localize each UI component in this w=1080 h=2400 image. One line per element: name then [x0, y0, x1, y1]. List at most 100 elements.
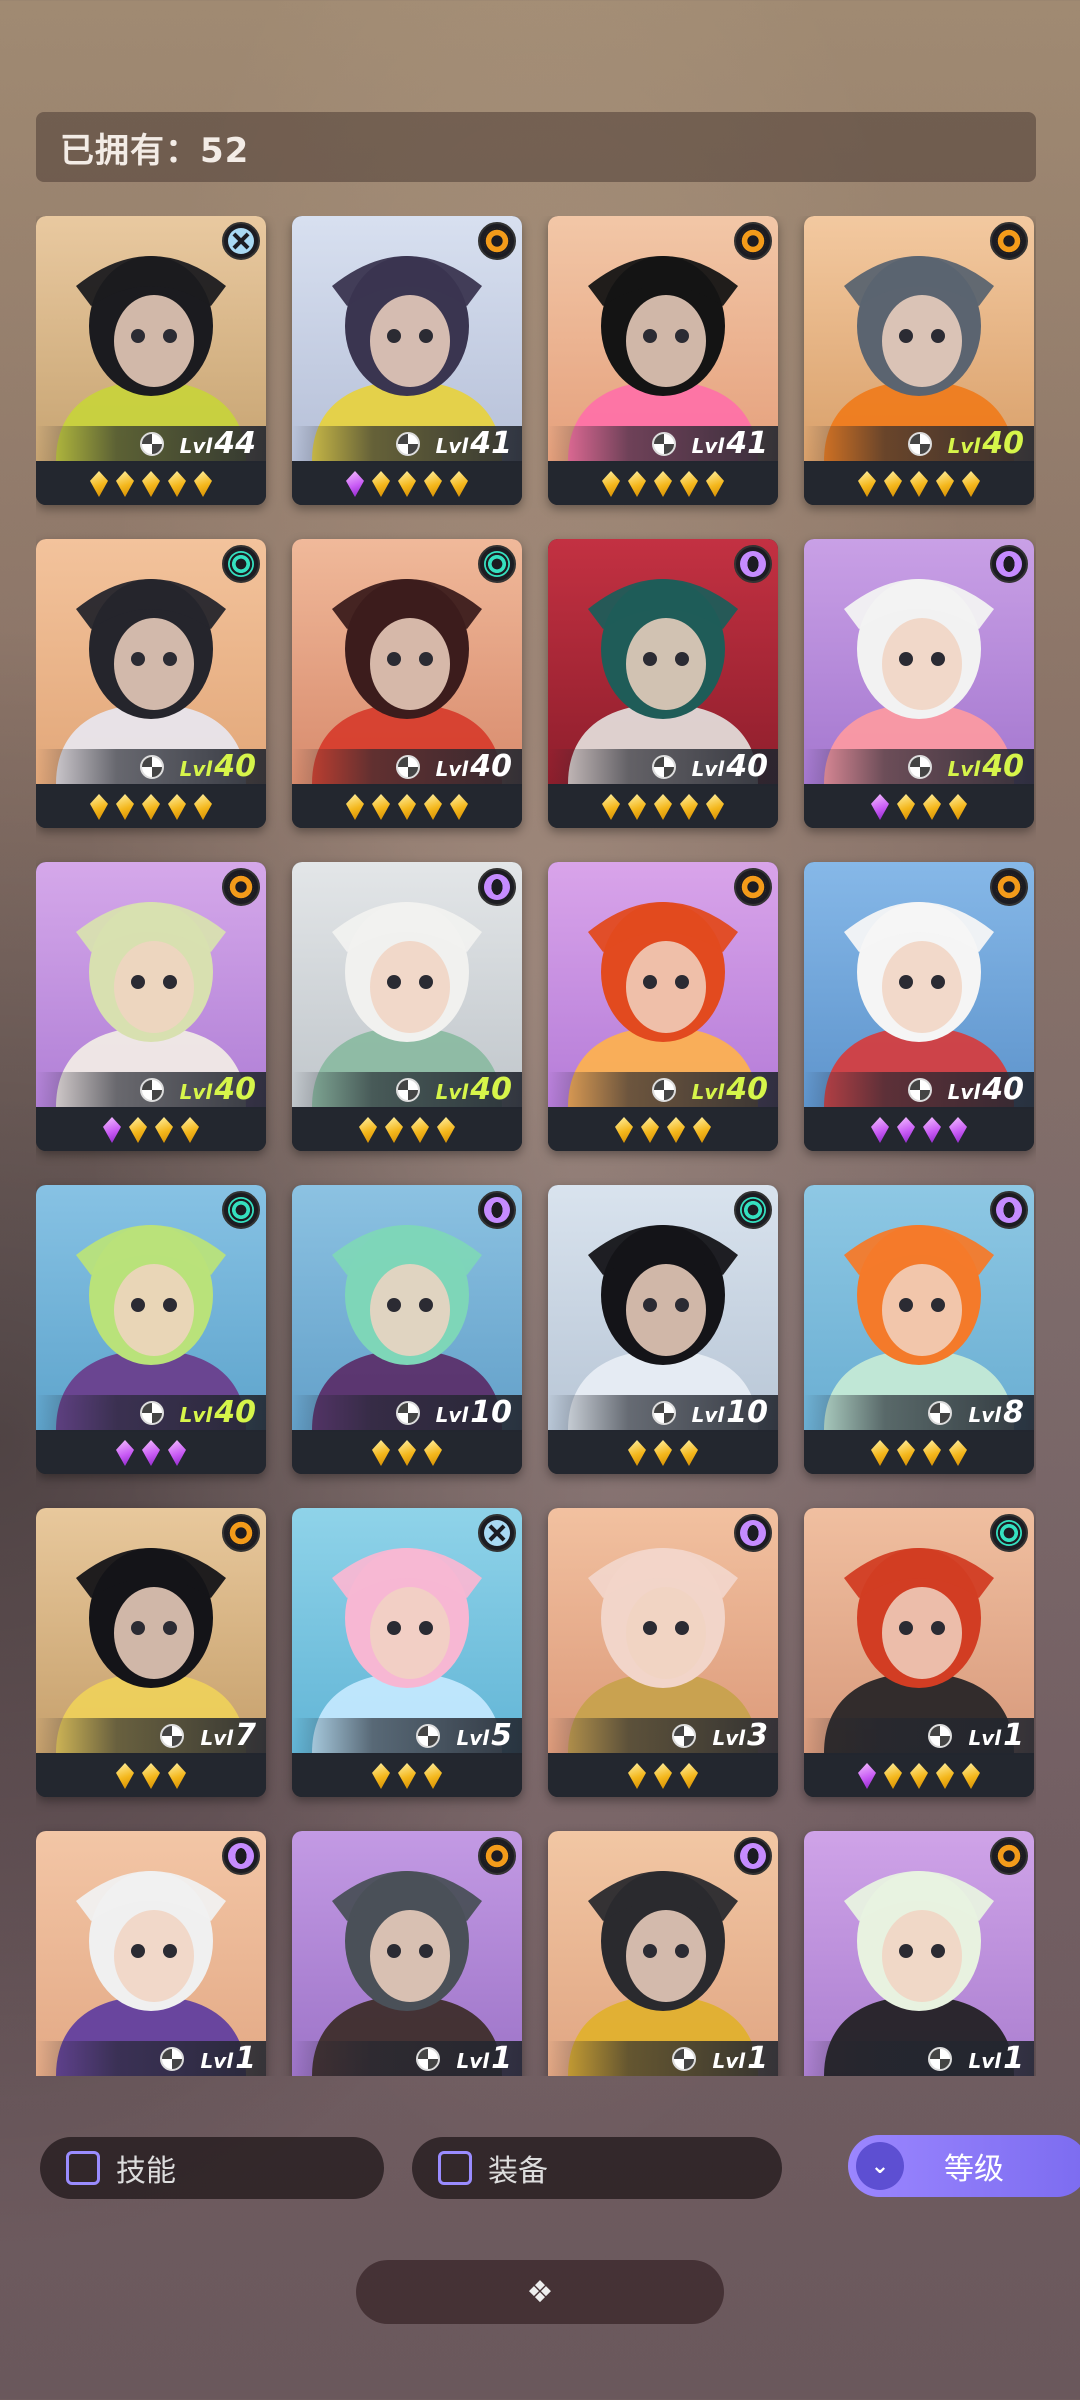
star-rating	[292, 1755, 522, 1797]
level-number: 41	[726, 426, 768, 461]
skill-checkbox[interactable]	[66, 2151, 100, 2185]
level-prefix: Lvl	[691, 1080, 725, 1104]
gold-gem-icon	[923, 1440, 941, 1466]
gold-gem-icon	[168, 794, 186, 820]
purple-element-icon	[734, 1514, 772, 1552]
level-prefix: Lvl	[456, 2049, 490, 2073]
level-disc-icon	[395, 1401, 420, 1425]
level-prefix: Lvl	[456, 1726, 490, 1750]
star-rating	[36, 1109, 266, 1151]
level-number: 10	[726, 1395, 768, 1430]
hero-card[interactable]: Lvl 40	[804, 862, 1034, 1151]
teal-element-icon	[222, 1191, 260, 1229]
level-disc-icon	[928, 1724, 953, 1748]
level-indicator: Lvl 8	[928, 1395, 1024, 1431]
hero-card[interactable]: Lvl 3	[548, 1508, 778, 1797]
hero-card[interactable]: Lvl 40	[548, 862, 778, 1151]
level-number: 1	[1003, 2041, 1024, 2076]
equip-filter-toggle[interactable]: 装备	[412, 2137, 782, 2199]
purple-gem-icon	[116, 1440, 134, 1466]
hero-card[interactable]: Lvl 8	[804, 1185, 1034, 1474]
hero-card[interactable]: Lvl 1	[36, 1831, 266, 2076]
hero-card[interactable]: Lvl 10	[292, 1185, 522, 1474]
hero-card[interactable]: Lvl 41	[292, 216, 522, 505]
gold-gem-icon	[181, 1117, 199, 1143]
blue-element-icon	[478, 1514, 516, 1552]
gold-gem-icon	[680, 1763, 698, 1789]
level-disc-icon	[416, 2047, 441, 2071]
hero-card[interactable]: Lvl 40	[548, 539, 778, 828]
hero-card[interactable]: Lvl 1	[804, 1831, 1034, 2076]
level-indicator: Lvl 41	[395, 426, 512, 462]
level-prefix: Lvl	[968, 1403, 1002, 1427]
star-rating	[804, 1109, 1034, 1151]
hero-card[interactable]: Lvl 40	[804, 216, 1034, 505]
skill-filter-toggle[interactable]: 技能	[40, 2137, 384, 2199]
level-indicator: Lvl 7	[160, 1718, 256, 1754]
gold-gem-icon	[116, 794, 134, 820]
purple-element-icon	[734, 1837, 772, 1875]
level-prefix: Lvl	[968, 2049, 1002, 2073]
hero-card[interactable]: Lvl 1	[804, 1508, 1034, 1797]
level-number: 41	[470, 426, 512, 461]
expand-button[interactable]: ❖	[356, 2260, 724, 2324]
level-prefix: Lvl	[968, 1726, 1002, 1750]
hero-card[interactable]: Lvl 1	[292, 1831, 522, 2076]
level-disc-icon	[907, 432, 932, 456]
level-indicator: Lvl 40	[139, 749, 256, 785]
equip-checkbox[interactable]	[438, 2151, 472, 2185]
level-number: 44	[214, 426, 256, 461]
level-indicator: Lvl 40	[651, 1072, 768, 1108]
hero-card[interactable]: Lvl 40	[36, 862, 266, 1151]
level-disc-icon	[139, 755, 164, 779]
gold-gem-icon	[602, 794, 620, 820]
level-indicator: Lvl 1	[928, 2041, 1024, 2076]
star-rating	[36, 1755, 266, 1797]
hero-card[interactable]: Lvl 7	[36, 1508, 266, 1797]
level-indicator: Lvl 1	[672, 2041, 768, 2076]
hero-card[interactable]: Lvl 44	[36, 216, 266, 505]
hero-card[interactable]: Lvl 41	[548, 216, 778, 505]
level-disc-icon	[139, 432, 164, 456]
level-number: 40	[470, 749, 512, 784]
teal-element-icon	[734, 1191, 772, 1229]
gold-gem-icon	[884, 471, 902, 497]
gold-gem-icon	[194, 471, 212, 497]
level-prefix: Lvl	[947, 434, 981, 458]
level-disc-icon	[907, 755, 932, 779]
gold-gem-icon	[628, 471, 646, 497]
hero-card[interactable]: Lvl 1	[548, 1831, 778, 2076]
gold-gem-icon	[654, 1763, 672, 1789]
gold-gem-icon	[398, 471, 416, 497]
hero-card[interactable]: Lvl 40	[804, 539, 1034, 828]
hero-card[interactable]: Lvl 40	[36, 539, 266, 828]
level-disc-icon	[651, 432, 676, 456]
gold-gem-icon	[936, 1763, 954, 1789]
equip-filter-label: 装备	[488, 2154, 548, 2189]
gold-gem-icon	[424, 471, 442, 497]
gold-gem-icon	[949, 794, 967, 820]
level-disc-icon	[928, 1401, 953, 1425]
level-prefix: Lvl	[947, 1080, 981, 1104]
level-disc-icon	[395, 432, 420, 456]
level-indicator: Lvl 40	[651, 749, 768, 785]
hero-card[interactable]: Lvl 10	[548, 1185, 778, 1474]
gold-gem-icon	[398, 1763, 416, 1789]
gold-gem-icon	[142, 1763, 160, 1789]
level-indicator: Lvl 40	[907, 749, 1024, 785]
star-rating	[36, 463, 266, 505]
level-disc-icon	[907, 1078, 932, 1102]
hero-card[interactable]: Lvl 40	[292, 539, 522, 828]
sort-by-level-button[interactable]: ⌄ 等级	[848, 2135, 1080, 2197]
hero-grid[interactable]: Lvl 44 Lvl 41 Lvl 41 Lvl 40 Lvl 40 Lvl 40 Lvl 40 Lvl 40…	[36, 216, 1036, 2076]
level-disc-icon	[672, 2047, 697, 2071]
owned-count-label: 已拥有：52	[60, 130, 250, 171]
purple-element-icon	[222, 1837, 260, 1875]
hero-card[interactable]: Lvl 40	[292, 862, 522, 1151]
teal-element-icon	[990, 1514, 1028, 1552]
gold-gem-icon	[706, 794, 724, 820]
hero-card[interactable]: Lvl 40	[36, 1185, 266, 1474]
gold-gem-icon	[654, 471, 672, 497]
hero-card[interactable]: Lvl 5	[292, 1508, 522, 1797]
star-rating	[804, 1755, 1034, 1797]
